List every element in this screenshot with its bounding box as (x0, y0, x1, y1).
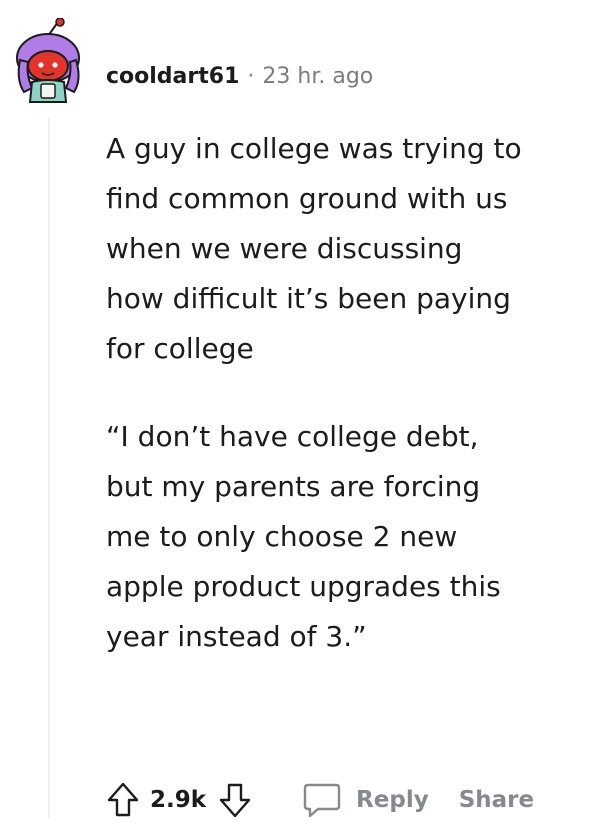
comment-meta: cooldart61 · 23 hr. ago (106, 60, 373, 94)
comment-body: A guy in college was trying to find comm… (106, 124, 526, 700)
comment-paragraph: “I don’t have college debt, but my paren… (106, 420, 501, 653)
author-name[interactable]: cooldart61 (106, 64, 239, 89)
share-button[interactable]: Share (459, 787, 534, 813)
reply-button[interactable]: Reply (302, 781, 429, 819)
vote-score: 2.9k (150, 787, 207, 813)
upvote-icon[interactable] (106, 781, 140, 819)
snoo-avatar-icon (16, 17, 80, 103)
comment-actions: 2.9k Reply Share (106, 776, 534, 824)
thread-line[interactable] (48, 118, 50, 818)
comment-timestamp[interactable]: 23 hr. ago (262, 64, 373, 89)
avatar[interactable] (14, 17, 86, 106)
comment-paragraph: A guy in college was trying to find comm… (106, 132, 522, 365)
downvote-icon[interactable] (218, 781, 252, 819)
reply-label: Reply (356, 787, 429, 813)
comment-bubble-icon (303, 783, 341, 818)
meta-separator: · (247, 64, 255, 89)
